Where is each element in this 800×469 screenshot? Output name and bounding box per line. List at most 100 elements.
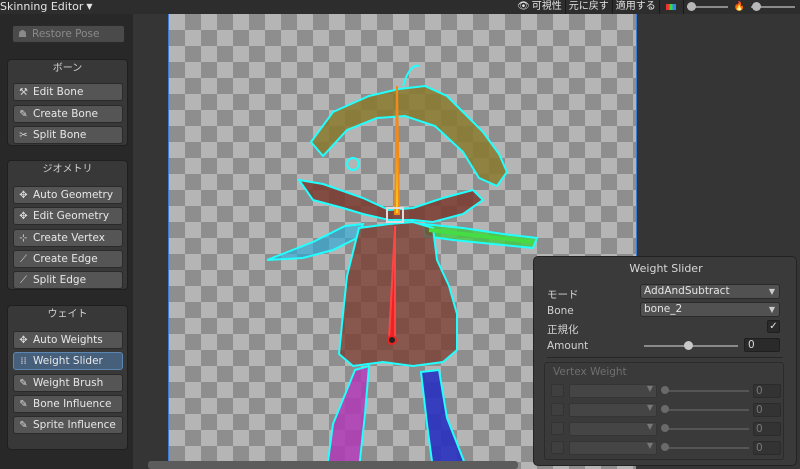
apply-button[interactable]: 適用する — [611, 0, 659, 14]
weight-visibility-icon: 🔥 — [733, 2, 745, 12]
vertex-weight-bone-dropdown[interactable]: ▼ — [569, 403, 657, 417]
normalize-checkbox[interactable]: ✓ — [767, 320, 780, 333]
apply-label: 適用する — [615, 1, 656, 12]
opacity-slider-knob[interactable] — [686, 2, 696, 11]
bone-influence-button[interactable]: ✎ Bone Influence — [13, 395, 123, 413]
sprite-influence-button[interactable]: ✎ Sprite Influence — [13, 416, 123, 434]
revert-button[interactable]: 元に戻す — [564, 0, 612, 14]
vertex-weight-bone-dropdown[interactable]: ▼ — [569, 441, 657, 455]
chevron-down-icon: ▼ — [646, 441, 653, 450]
amount-label: Amount — [547, 340, 589, 352]
restore-pose-button[interactable]: ☗ Restore Pose — [12, 25, 125, 43]
tools-panel: ☗ Restore Pose ボーン ⚒ Edit Bone ✎ Create … — [0, 14, 133, 469]
bone-group: ボーン ⚒ Edit Bone ✎ Create Bone ✂ Split Bo… — [7, 59, 128, 146]
weight-brush-button[interactable]: ✎ Weight Brush — [13, 374, 123, 392]
weight-opacity-track — [751, 2, 795, 11]
split-edge-label: Split Edge — [33, 274, 87, 286]
amount-slider[interactable] — [644, 341, 738, 350]
create-vertex-label: Create Vertex — [33, 232, 105, 244]
sprite-influence-label: Sprite Influence — [33, 419, 116, 431]
vertex-weight-row: ▼ 0 — [551, 384, 781, 399]
bone-influence-icon: ✎ — [19, 398, 28, 410]
bone-group-title: ボーン — [52, 63, 83, 74]
vertex-weight-value[interactable]: 0 — [753, 403, 781, 417]
hair-wisp — [402, 64, 420, 87]
chevron-down-icon: ▼ — [646, 403, 653, 412]
vertex-weight-value[interactable]: 0 — [753, 384, 781, 398]
normalize-label: 正規化 — [547, 324, 579, 336]
split-edge-button[interactable]: ⟋ Split Edge — [13, 271, 123, 289]
geometry-group-title: ジオメトリ — [42, 164, 93, 175]
chevron-down-icon: ▼ — [646, 384, 653, 393]
amount-slider-knob[interactable] — [684, 341, 693, 350]
vertex-weight-slider[interactable] — [663, 447, 749, 449]
revert-label: 元に戻す — [568, 1, 609, 12]
vertex-weight-knob[interactable] — [661, 405, 669, 413]
person-icon: ☗ — [18, 28, 27, 40]
chevron-down-icon: ▼ — [768, 287, 775, 296]
vertex-weight-value[interactable]: 0 — [753, 422, 781, 436]
weight-slider-panel-title: Weight Slider — [629, 262, 703, 275]
geometry-group: ジオメトリ ✥ Auto Geometry ✥ Edit Geometry ⊹ … — [7, 160, 128, 290]
split-edge-icon: ⟋ — [20, 274, 27, 286]
bone-dropdown[interactable]: bone_2 ▼ — [640, 302, 780, 317]
weight-opacity-slider[interactable] — [748, 0, 800, 14]
split-bone-icon: ✂ — [19, 129, 28, 141]
vertex-weight-bone-dropdown[interactable]: ▼ — [569, 422, 657, 436]
vertex-weight-value[interactable]: 0 — [753, 441, 781, 455]
vertex-weight-row: ▼ 0 — [551, 441, 781, 456]
body-bone-tip — [387, 335, 397, 345]
color-channels-icon — [666, 4, 677, 10]
split-bone-button[interactable]: ✂ Split Bone — [13, 126, 123, 144]
auto-geometry-label: Auto Geometry — [33, 189, 114, 201]
toolbar-right: 👁 可視性 元に戻す 適用する 🔥 — [514, 0, 800, 14]
create-bone-icon: ✎ — [19, 108, 28, 120]
create-edge-button[interactable]: ⟋ Create Edge — [13, 250, 123, 268]
mode-label: モード — [547, 289, 579, 301]
bone-dropdown-value: bone_2 — [644, 303, 683, 315]
create-edge-icon: ⟋ — [20, 253, 27, 265]
vertex-weight-knob[interactable] — [661, 443, 669, 451]
mode-dropdown[interactable]: AddAndSubtract ▼ — [640, 284, 780, 299]
edit-bone-icon: ⚒ — [19, 86, 28, 98]
toolbar: Skinning Editor ▼ 👁 可視性 元に戻す 適用する 🔥 — [0, 0, 800, 14]
vertex-weight-checkbox[interactable] — [551, 403, 564, 416]
opacity-slider-track — [686, 2, 728, 11]
weight-slider-button[interactable]: ⁞⁞ Weight Slider — [13, 352, 123, 370]
vertex-weight-knob[interactable] — [661, 424, 669, 432]
auto-weights-button[interactable]: ✥ Auto Weights — [13, 331, 123, 349]
opacity-slider[interactable] — [682, 0, 731, 14]
auto-geometry-button[interactable]: ✥ Auto Geometry — [13, 186, 123, 204]
editor-mode-dropdown[interactable]: Skinning Editor ▼ — [0, 0, 97, 14]
horizontal-scrollbar[interactable] — [148, 461, 518, 469]
check-icon: ✓ — [769, 321, 778, 332]
edit-geometry-button[interactable]: ✥ Edit Geometry — [13, 207, 123, 225]
body-mesh — [337, 220, 458, 368]
vertex-weight-row: ▼ 0 — [551, 403, 781, 418]
editor-title: Skinning Editor — [0, 0, 84, 13]
vertex-weight-knob[interactable] — [661, 386, 669, 394]
chevron-down-icon: ▼ — [646, 422, 653, 431]
vertex-weight-slider[interactable] — [663, 428, 749, 430]
create-vertex-button[interactable]: ⊹ Create Vertex — [13, 229, 123, 247]
vertex-weight-row: ▼ 0 — [551, 422, 781, 437]
weight-opacity-knob[interactable] — [752, 2, 761, 11]
amount-input[interactable]: 0 — [744, 338, 780, 352]
head-mesh — [296, 178, 485, 224]
vertex-weight-bone-dropdown[interactable]: ▼ — [569, 384, 657, 398]
weight-group-title: ウェイト — [47, 309, 88, 320]
vertex-weight-checkbox[interactable] — [551, 384, 564, 397]
visibility-button[interactable]: 👁 可視性 — [514, 0, 565, 14]
edit-bone-button[interactable]: ⚒ Edit Bone — [13, 83, 123, 101]
chevron-down-icon: ▼ — [768, 305, 775, 314]
create-bone-button[interactable]: ✎ Create Bone — [13, 105, 123, 123]
vertex-weight-checkbox[interactable] — [551, 422, 564, 435]
vertex-weight-checkbox[interactable] — [551, 441, 564, 454]
edit-geometry-icon: ✥ — [19, 210, 28, 222]
edit-geometry-label: Edit Geometry — [33, 210, 110, 222]
color-toggle-button[interactable] — [658, 0, 683, 14]
vertex-weight-slider[interactable] — [663, 409, 749, 411]
vertex-weight-title: Vertex Weight — [553, 366, 627, 378]
weight-slider-icon: ⁞⁞ — [20, 355, 27, 367]
vertex-weight-slider[interactable] — [663, 390, 749, 392]
